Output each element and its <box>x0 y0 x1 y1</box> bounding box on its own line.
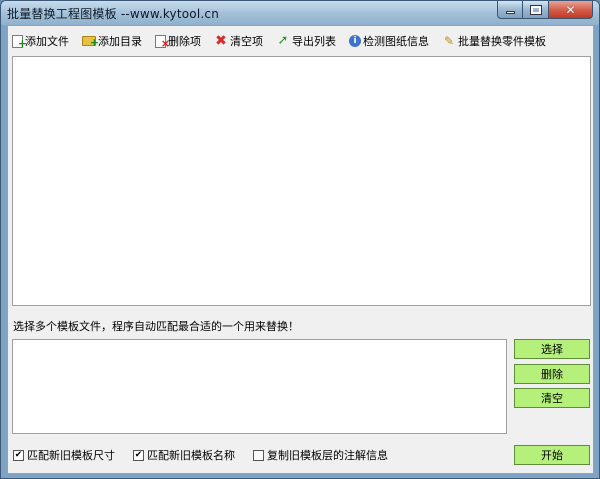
add-file-label: 添加文件 <box>25 35 69 48</box>
minimize-button[interactable] <box>497 1 523 19</box>
add-folder-icon <box>82 36 99 50</box>
check-drawing-info-button[interactable]: i 检测图纸信息 <box>349 33 429 49</box>
delete-item-label: 删除项 <box>168 35 201 48</box>
match-size-label: 匹配新旧模板尺寸 <box>27 449 115 462</box>
clear-items-label: 清空项 <box>230 35 263 48</box>
info-icon: i <box>349 35 361 47</box>
batch-replace-part-template-label: 批量替换零件模板 <box>458 35 546 48</box>
template-file-list[interactable] <box>12 339 507 434</box>
minimize-icon <box>505 11 515 14</box>
drawing-file-list[interactable] <box>12 56 591 306</box>
add-folder-label: 添加目录 <box>98 35 142 48</box>
close-icon: ✕ <box>565 2 576 17</box>
title-bar[interactable]: 批量替换工程图模板 --www.kytool.cn ✕ <box>1 1 599 25</box>
maximize-button[interactable] <box>523 1 549 19</box>
window-title: 批量替换工程图模板 --www.kytool.cn <box>7 7 219 21</box>
delete-template-button[interactable]: 删除 <box>514 364 590 384</box>
maximize-icon <box>529 4 542 15</box>
check-drawing-info-label: 检测图纸信息 <box>363 35 429 48</box>
template-hint-text: 选择多个模板文件，程序自动匹配最合适的一个用来替换！ <box>13 320 299 333</box>
toolbar: 添加文件 添加目录 删除项 ✖ 清空项 ➚ 导出列表 i 检测图纸信息 <box>12 29 559 53</box>
options-row: ✔ 匹配新旧模板尺寸 ✔ 匹配新旧模板名称 复制旧模板层的注解信息 <box>13 447 388 463</box>
match-name-option[interactable]: ✔ 匹配新旧模板名称 <box>133 447 235 463</box>
add-folder-button[interactable]: 添加目录 <box>82 33 142 50</box>
clear-items-button[interactable]: ✖ 清空项 <box>214 33 263 49</box>
clear-icon: ✖ <box>215 33 227 49</box>
match-size-option[interactable]: ✔ 匹配新旧模板尺寸 <box>13 447 115 463</box>
copy-annotations-option[interactable]: 复制旧模板层的注解信息 <box>253 447 388 463</box>
window-controls: ✕ <box>497 1 593 19</box>
delete-item-button[interactable]: 删除项 <box>155 33 201 51</box>
client-area: 添加文件 添加目录 删除项 ✖ 清空项 ➚ 导出列表 i 检测图纸信息 <box>7 25 594 474</box>
export-list-label: 导出列表 <box>292 35 336 48</box>
delete-item-icon <box>155 34 170 51</box>
match-size-checkbox[interactable]: ✔ <box>13 449 24 461</box>
start-button[interactable]: 开始 <box>514 445 590 465</box>
app-window: 批量替换工程图模板 --www.kytool.cn ✕ 添加文件 添加目录 <box>0 0 600 479</box>
export-arrow-icon: ➚ <box>277 33 289 48</box>
batch-replace-part-template-button[interactable]: ✎ 批量替换零件模板 <box>442 33 546 49</box>
clear-templates-button[interactable]: 清空 <box>514 388 590 408</box>
copy-annotations-label: 复制旧模板层的注解信息 <box>267 449 388 462</box>
add-file-button[interactable]: 添加文件 <box>12 33 69 51</box>
replace-template-icon: ✎ <box>443 34 455 48</box>
select-template-button[interactable]: 选择 <box>514 339 590 359</box>
add-file-icon <box>12 34 27 51</box>
copy-annotations-checkbox[interactable] <box>253 449 264 461</box>
match-name-label: 匹配新旧模板名称 <box>147 449 235 462</box>
close-button[interactable]: ✕ <box>549 1 593 19</box>
export-list-button[interactable]: ➚ 导出列表 <box>276 33 336 49</box>
match-name-checkbox[interactable]: ✔ <box>133 449 144 461</box>
